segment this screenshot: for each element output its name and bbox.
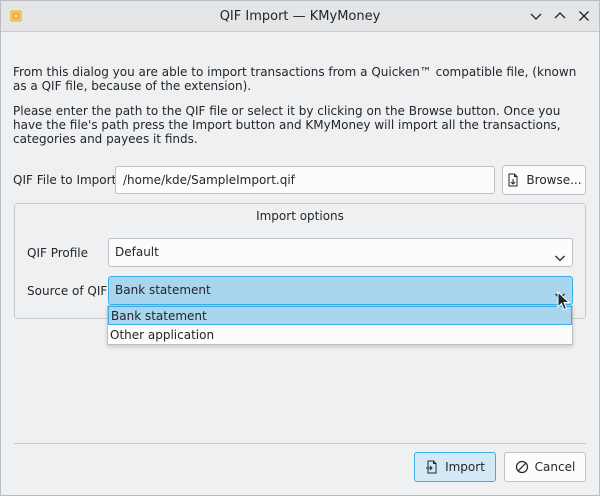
- import-file-icon: [425, 460, 439, 474]
- file-path-input[interactable]: /home/kde/SampleImport.qif: [115, 166, 495, 194]
- close-icon[interactable]: [576, 8, 592, 24]
- file-label: QIF File to Import:: [13, 173, 121, 187]
- description-instructions: Please enter the path to the QIF file or…: [13, 104, 561, 146]
- cancel-label: Cancel: [534, 460, 576, 474]
- cancel-icon: [515, 460, 529, 474]
- source-of-qif-combo[interactable]: Bank statement: [108, 276, 573, 305]
- maximize-icon[interactable]: [552, 8, 568, 24]
- mouse-cursor-icon: [557, 290, 571, 311]
- window-title: QIF Import — KMyMoney: [219, 9, 381, 24]
- source-of-qif-value: Bank statement: [115, 283, 211, 297]
- minimize-icon[interactable]: [528, 8, 544, 24]
- open-file-icon: [506, 173, 520, 187]
- footer-divider: [14, 443, 586, 444]
- browse-button[interactable]: Browse...: [502, 165, 586, 195]
- qif-profile-value: Default: [115, 245, 159, 259]
- import-label: Import: [445, 460, 485, 474]
- source-of-qif-label: Source of QIF: [27, 284, 108, 298]
- qif-profile-combo[interactable]: Default: [108, 238, 573, 267]
- description-intro: From this dialog you are able to import …: [13, 65, 577, 93]
- import-options-title: Import options: [256, 209, 344, 223]
- title-bar[interactable]: QIF Import — KMyMoney: [1, 1, 599, 32]
- dropdown-option-bank-statement[interactable]: Bank statement: [108, 306, 572, 325]
- browse-label: Browse...: [526, 173, 582, 187]
- cancel-button[interactable]: Cancel: [504, 452, 586, 482]
- dropdown-option-other-application[interactable]: Other application: [108, 326, 572, 345]
- qif-profile-label: QIF Profile: [27, 246, 89, 260]
- import-button[interactable]: Import: [414, 452, 496, 482]
- qif-import-dialog: QIF Import — KMyMoney From this dialog y…: [0, 0, 600, 496]
- chevron-down-icon: [554, 247, 566, 262]
- source-of-qif-dropdown: Bank statement Other application: [107, 305, 573, 345]
